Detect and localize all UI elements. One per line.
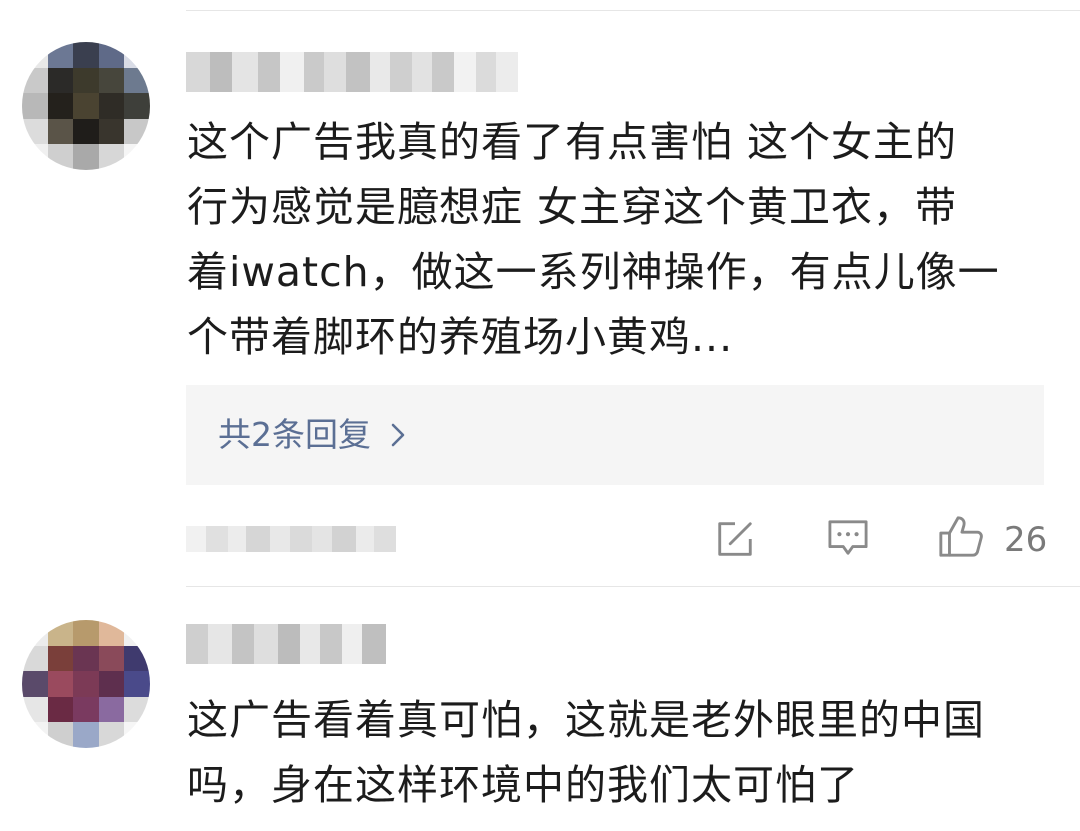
chevron-right-icon [391, 423, 405, 447]
replies-box[interactable]: 共2条回复 [186, 385, 1044, 485]
comment-line: 行为感觉是臆想症 女主穿这个黄卫衣，带 [187, 183, 958, 231]
top-divider [186, 10, 1080, 11]
comment-meta-redacted [186, 526, 396, 552]
comment-icon[interactable] [826, 518, 870, 558]
reply-count-label: 共2条回复 [218, 415, 371, 454]
share-icon[interactable] [714, 518, 756, 560]
avatar-mosaic [22, 620, 150, 748]
comment-line: 个带着脚环的养殖场小黄鸡... [187, 313, 734, 361]
comment-line: 这个广告我真的看了有点害怕 这个女主的 [187, 118, 958, 166]
username-redacted [186, 52, 518, 92]
username-redacted [186, 624, 386, 664]
user-avatar[interactable] [22, 620, 150, 748]
comment-text: 这个广告我真的看了有点害怕 这个女主的 行为感觉是臆想症 女主穿这个黄卫衣，带 … [187, 110, 1057, 370]
comment-line: 吗，身在这样环境中的我们太可怕了 [187, 761, 859, 809]
like-icon[interactable] [937, 513, 985, 559]
like-count: 26 [1004, 520, 1048, 560]
comment-divider [186, 586, 1080, 587]
comment-text: 这广告看着真可怕，这就是老外眼里的中国 吗，身在这样环境中的我们太可怕了 [187, 688, 1057, 818]
user-avatar[interactable] [22, 42, 150, 170]
comment-line: 这广告看着真可怕，这就是老外眼里的中国 [187, 696, 985, 744]
avatar-mosaic [22, 42, 150, 170]
view-replies-link[interactable]: 共2条回复 [218, 411, 411, 459]
comment-line: 着iwatch，做这一系列神操作，有点儿像一 [187, 248, 1000, 296]
